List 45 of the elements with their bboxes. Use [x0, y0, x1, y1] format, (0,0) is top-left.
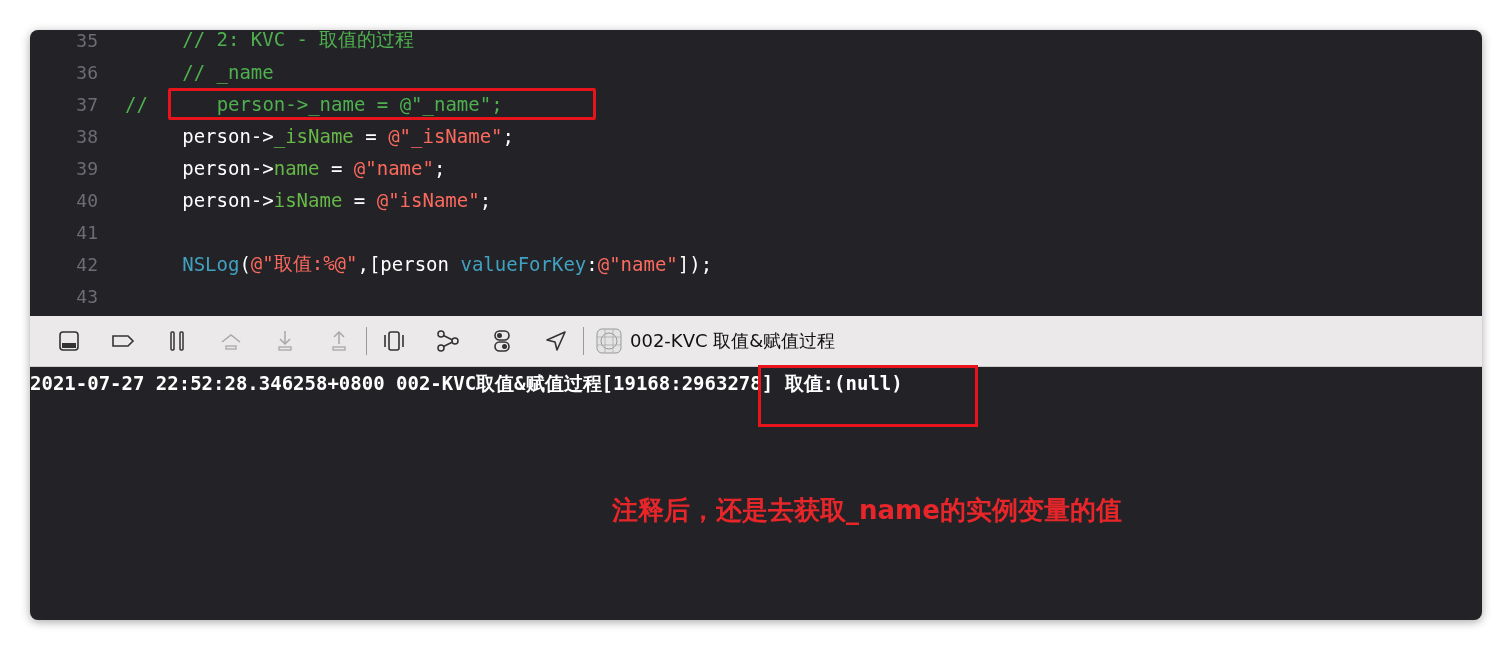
code-token: ; — [502, 125, 514, 147]
code-token: person-> — [181, 189, 274, 211]
code-token: @"isName" — [376, 189, 480, 211]
layers-icon — [382, 329, 406, 353]
code-token: _isName — [273, 125, 354, 147]
log-text: 2021-07-27 22:52:28.346258+0800 002-KVC取值&赋值过程[19168:2963278 — [30, 371, 762, 396]
line-number: 42 — [75, 253, 98, 275]
graph-icon — [436, 329, 460, 353]
line-number: 40 — [75, 189, 98, 211]
code-token: @"_isName" — [388, 125, 503, 147]
code-token: ,[person — [357, 253, 450, 275]
code-token: @"name" — [597, 253, 678, 275]
code-token: ( — [239, 253, 251, 275]
scheme-label: 002-KVC 取值&赋值过程 — [630, 329, 836, 353]
line-number: 43 — [75, 285, 98, 307]
code-token: // 2: KVC - 取值的过程 — [181, 30, 415, 52]
code-token: NSLog — [181, 253, 240, 275]
line-number: 36 — [75, 61, 98, 83]
line-number: 37 — [75, 93, 98, 115]
code-token: = — [352, 189, 367, 211]
code-token: person-> — [181, 157, 274, 179]
code-token: isName — [273, 189, 343, 211]
log-result: ] 取值:(null) — [761, 372, 903, 394]
code-token: @"取值:%@" — [250, 251, 358, 276]
boxed-code: person->_name = @"_name"; — [167, 88, 596, 120]
app-grid-icon — [596, 328, 622, 354]
code-token: ; — [479, 189, 492, 211]
panel-icon — [57, 329, 81, 353]
annotation-text: 注释后，还是去获取_name的实例变量的值 — [612, 494, 1122, 527]
code-token: // — [125, 93, 148, 115]
code-token: person-> — [181, 125, 274, 147]
code-token: = — [364, 125, 378, 147]
code-token: name — [273, 157, 320, 179]
code-token: ; — [433, 157, 446, 179]
code-token: = — [329, 157, 344, 179]
line-number: 41 — [75, 221, 98, 243]
code-token: @"name" — [353, 157, 434, 179]
line-number: 39 — [75, 157, 98, 179]
code-token: ]); — [677, 253, 713, 275]
code-token: : — [586, 253, 598, 275]
line-number: 38 — [75, 125, 98, 147]
location-arrow-icon — [544, 329, 568, 353]
code-token: // _name — [181, 61, 274, 83]
line-number: 35 — [75, 30, 98, 51]
code-token: valueForKey — [460, 253, 587, 275]
